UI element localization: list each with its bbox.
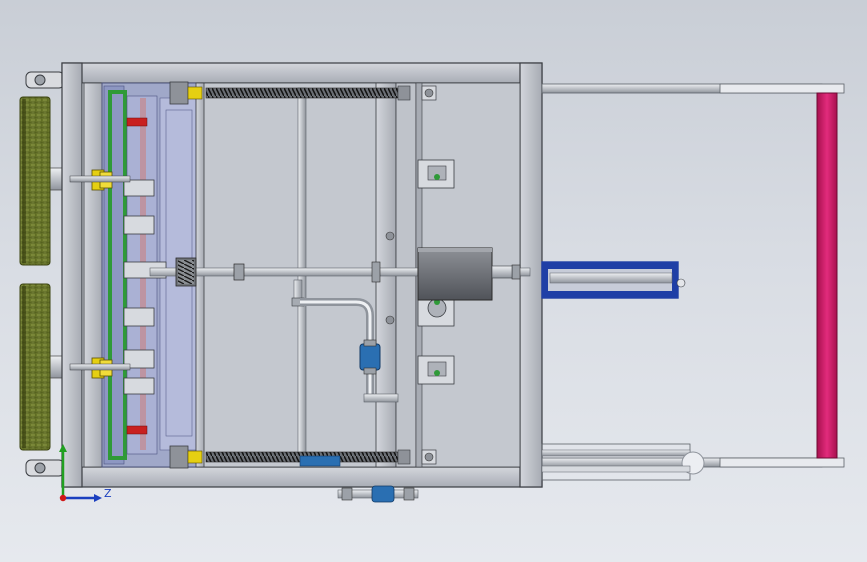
handle-grip-bar [816, 92, 838, 459]
air-cylinder [541, 261, 686, 299]
machine-assembly-drawing: Z [19, 62, 845, 503]
caster-bottom-left [25, 459, 65, 477]
cad-viewport[interactable]: Z [0, 0, 867, 562]
triad-z-label: Z [104, 487, 112, 500]
valve-center [359, 339, 381, 375]
caster-top-left [25, 71, 65, 89]
green-rail-left [108, 90, 112, 460]
valve-bottom [337, 485, 419, 503]
